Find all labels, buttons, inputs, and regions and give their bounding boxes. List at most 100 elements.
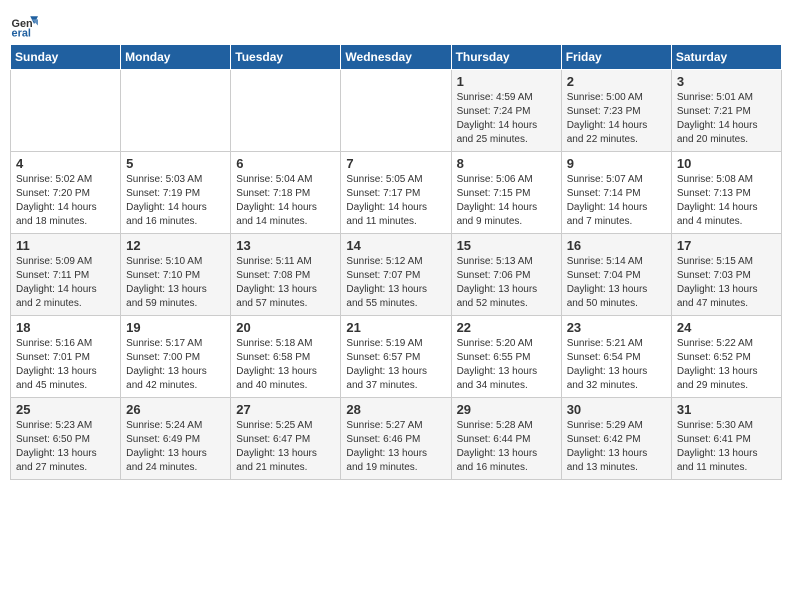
day-number: 2	[567, 74, 666, 89]
day-info: Sunrise: 5:01 AM Sunset: 7:21 PM Dayligh…	[677, 91, 776, 147]
svg-text:eral: eral	[12, 27, 31, 38]
day-info: Sunrise: 5:16 AM Sunset: 7:01 PM Dayligh…	[16, 337, 115, 393]
day-number: 20	[236, 320, 335, 335]
day-info: Sunrise: 5:08 AM Sunset: 7:13 PM Dayligh…	[677, 173, 776, 229]
day-info: Sunrise: 5:05 AM Sunset: 7:17 PM Dayligh…	[346, 173, 445, 229]
day-info: Sunrise: 5:20 AM Sunset: 6:55 PM Dayligh…	[457, 337, 556, 393]
day-number: 7	[346, 156, 445, 171]
day-info: Sunrise: 5:21 AM Sunset: 6:54 PM Dayligh…	[567, 337, 666, 393]
day-info: Sunrise: 5:18 AM Sunset: 6:58 PM Dayligh…	[236, 337, 335, 393]
weekday-header-tuesday: Tuesday	[231, 45, 341, 70]
day-number: 5	[126, 156, 225, 171]
calendar-cell	[231, 70, 341, 152]
day-number: 14	[346, 238, 445, 253]
calendar-cell: 28 Sunrise: 5:27 AM Sunset: 6:46 PM Dayli…	[341, 398, 451, 480]
day-info: Sunrise: 5:19 AM Sunset: 6:57 PM Dayligh…	[346, 337, 445, 393]
day-number: 21	[346, 320, 445, 335]
day-info: Sunrise: 5:17 AM Sunset: 7:00 PM Dayligh…	[126, 337, 225, 393]
day-number: 1	[457, 74, 556, 89]
calendar-cell: 10 Sunrise: 5:08 AM Sunset: 7:13 PM Dayli…	[671, 152, 781, 234]
day-info: Sunrise: 5:22 AM Sunset: 6:52 PM Dayligh…	[677, 337, 776, 393]
calendar-cell: 6Sunrise: 5:04 AM Sunset: 7:18 PM Daylig…	[231, 152, 341, 234]
calendar-cell: 15 Sunrise: 5:13 AM Sunset: 7:06 PM Dayli…	[451, 234, 561, 316]
day-info: Sunrise: 5:03 AM Sunset: 7:19 PM Dayligh…	[126, 173, 225, 229]
day-info: Sunrise: 5:28 AM Sunset: 6:44 PM Dayligh…	[457, 419, 556, 475]
day-info: Sunrise: 5:02 AM Sunset: 7:20 PM Dayligh…	[16, 173, 115, 229]
day-number: 30	[567, 402, 666, 417]
weekday-header-sunday: Sunday	[11, 45, 121, 70]
day-number: 28	[346, 402, 445, 417]
calendar-cell: 2 Sunrise: 5:00 AM Sunset: 7:23 PM Daylig…	[561, 70, 671, 152]
calendar-cell: 27 Sunrise: 5:25 AM Sunset: 6:47 PM Dayli…	[231, 398, 341, 480]
weekday-header-monday: Monday	[121, 45, 231, 70]
day-number: 4	[16, 156, 115, 171]
calendar-cell: 19 Sunrise: 5:17 AM Sunset: 7:00 PM Dayli…	[121, 316, 231, 398]
calendar-cell: 29 Sunrise: 5:28 AM Sunset: 6:44 PM Dayli…	[451, 398, 561, 480]
day-number: 23	[567, 320, 666, 335]
calendar-cell: 14 Sunrise: 5:12 AM Sunset: 7:07 PM Dayli…	[341, 234, 451, 316]
day-number: 16	[567, 238, 666, 253]
calendar-cell: 24 Sunrise: 5:22 AM Sunset: 6:52 PM Dayli…	[671, 316, 781, 398]
weekday-header-wednesday: Wednesday	[341, 45, 451, 70]
calendar-cell: 7 Sunrise: 5:05 AM Sunset: 7:17 PM Daylig…	[341, 152, 451, 234]
day-number: 19	[126, 320, 225, 335]
day-info: Sunrise: 5:29 AM Sunset: 6:42 PM Dayligh…	[567, 419, 666, 475]
weekday-header-saturday: Saturday	[671, 45, 781, 70]
day-number: 31	[677, 402, 776, 417]
logo-icon: Gen eral	[10, 10, 38, 38]
calendar-cell: 13 Sunrise: 5:11 AM Sunset: 7:08 PM Dayli…	[231, 234, 341, 316]
day-info: Sunrise: 5:24 AM Sunset: 6:49 PM Dayligh…	[126, 419, 225, 475]
day-number: 8	[457, 156, 556, 171]
day-info: Sunrise: 5:06 AM Sunset: 7:15 PM Dayligh…	[457, 173, 556, 229]
calendar-cell: 1Sunrise: 4:59 AM Sunset: 7:24 PM Daylig…	[451, 70, 561, 152]
calendar-cell: 9 Sunrise: 5:07 AM Sunset: 7:14 PM Daylig…	[561, 152, 671, 234]
calendar-cell: 4 Sunrise: 5:02 AM Sunset: 7:20 PM Daylig…	[11, 152, 121, 234]
calendar-cell: 30 Sunrise: 5:29 AM Sunset: 6:42 PM Dayli…	[561, 398, 671, 480]
day-number: 24	[677, 320, 776, 335]
header: Gen eral	[10, 10, 782, 38]
calendar-cell: 5 Sunrise: 5:03 AM Sunset: 7:19 PM Daylig…	[121, 152, 231, 234]
day-info: Sunrise: 5:30 AM Sunset: 6:41 PM Dayligh…	[677, 419, 776, 475]
calendar-cell: 16 Sunrise: 5:14 AM Sunset: 7:04 PM Dayli…	[561, 234, 671, 316]
day-info: Sunrise: 5:13 AM Sunset: 7:06 PM Dayligh…	[457, 255, 556, 311]
calendar-cell: 21 Sunrise: 5:19 AM Sunset: 6:57 PM Dayli…	[341, 316, 451, 398]
day-info: Sunrise: 5:09 AM Sunset: 7:11 PM Dayligh…	[16, 255, 115, 311]
calendar-cell: 18Sunrise: 5:16 AM Sunset: 7:01 PM Dayli…	[11, 316, 121, 398]
day-number: 13	[236, 238, 335, 253]
calendar-cell: 26Sunrise: 5:24 AM Sunset: 6:49 PM Dayli…	[121, 398, 231, 480]
day-number: 3	[677, 74, 776, 89]
weekday-header-thursday: Thursday	[451, 45, 561, 70]
day-info: Sunrise: 5:10 AM Sunset: 7:10 PM Dayligh…	[126, 255, 225, 311]
day-number: 10	[677, 156, 776, 171]
calendar-cell: 20 Sunrise: 5:18 AM Sunset: 6:58 PM Dayli…	[231, 316, 341, 398]
day-number: 22	[457, 320, 556, 335]
day-info: Sunrise: 5:04 AM Sunset: 7:18 PM Dayligh…	[236, 173, 335, 229]
calendar-cell: 31 Sunrise: 5:30 AM Sunset: 6:41 PM Dayli…	[671, 398, 781, 480]
day-number: 29	[457, 402, 556, 417]
calendar-cell: 17 Sunrise: 5:15 AM Sunset: 7:03 PM Dayli…	[671, 234, 781, 316]
day-info: Sunrise: 5:27 AM Sunset: 6:46 PM Dayligh…	[346, 419, 445, 475]
calendar-cell: 12 Sunrise: 5:10 AM Sunset: 7:10 PM Dayli…	[121, 234, 231, 316]
day-number: 17	[677, 238, 776, 253]
day-info: Sunrise: 5:07 AM Sunset: 7:14 PM Dayligh…	[567, 173, 666, 229]
day-info: Sunrise: 5:12 AM Sunset: 7:07 PM Dayligh…	[346, 255, 445, 311]
day-number: 25	[16, 402, 115, 417]
calendar-cell: 25 Sunrise: 5:23 AM Sunset: 6:50 PM Dayli…	[11, 398, 121, 480]
day-info: Sunrise: 5:15 AM Sunset: 7:03 PM Dayligh…	[677, 255, 776, 311]
day-number: 12	[126, 238, 225, 253]
day-number: 27	[236, 402, 335, 417]
calendar-cell: 11Sunrise: 5:09 AM Sunset: 7:11 PM Dayli…	[11, 234, 121, 316]
calendar-cell: 3 Sunrise: 5:01 AM Sunset: 7:21 PM Daylig…	[671, 70, 781, 152]
logo: Gen eral	[10, 10, 42, 38]
calendar-cell	[121, 70, 231, 152]
day-info: Sunrise: 5:00 AM Sunset: 7:23 PM Dayligh…	[567, 91, 666, 147]
weekday-header-friday: Friday	[561, 45, 671, 70]
day-info: Sunrise: 5:14 AM Sunset: 7:04 PM Dayligh…	[567, 255, 666, 311]
calendar-cell: 22 Sunrise: 5:20 AM Sunset: 6:55 PM Dayli…	[451, 316, 561, 398]
day-number: 9	[567, 156, 666, 171]
day-info: Sunrise: 5:11 AM Sunset: 7:08 PM Dayligh…	[236, 255, 335, 311]
day-number: 15	[457, 238, 556, 253]
calendar-cell: 8 Sunrise: 5:06 AM Sunset: 7:15 PM Daylig…	[451, 152, 561, 234]
day-info: Sunrise: 5:23 AM Sunset: 6:50 PM Dayligh…	[16, 419, 115, 475]
day-info: Sunrise: 5:25 AM Sunset: 6:47 PM Dayligh…	[236, 419, 335, 475]
